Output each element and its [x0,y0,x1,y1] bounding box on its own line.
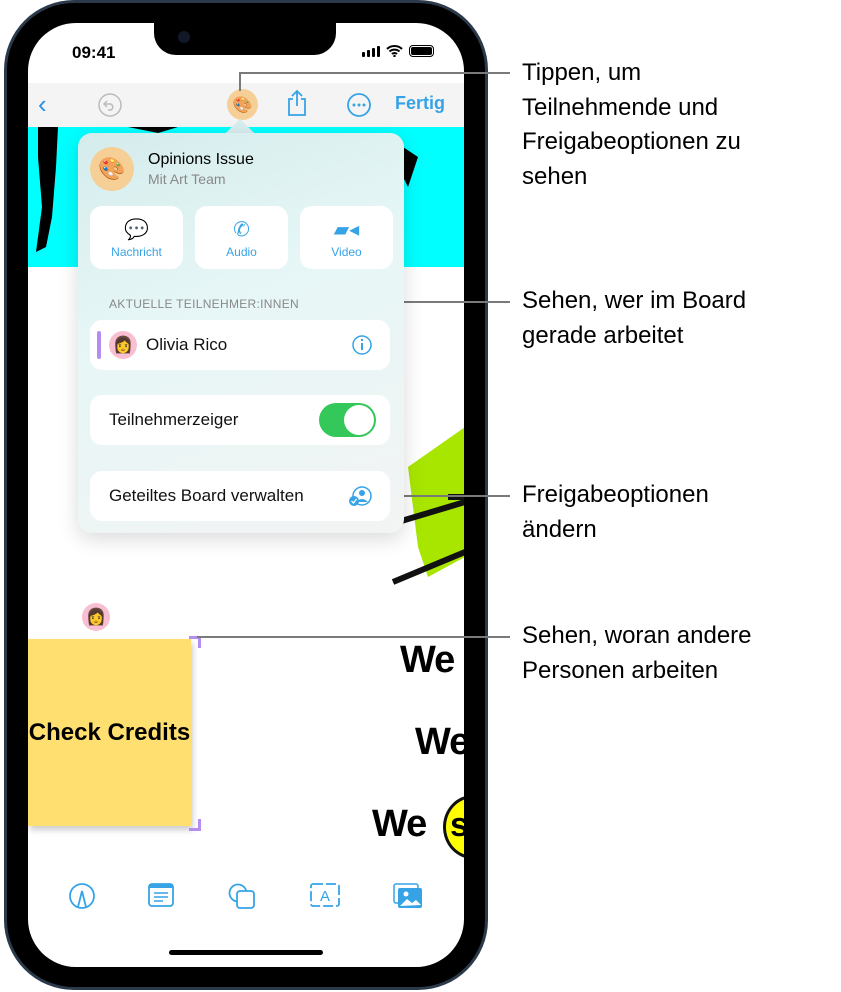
board-title: Opinions Issue [148,151,254,168]
person-circle-check-icon [349,486,372,506]
signal-icon [362,45,380,57]
message-button[interactable]: 💬 Nachricht [90,206,183,269]
callout-leader [239,73,241,91]
collaboration-popover: 🎨 Opinions Issue Mit Art Team 💬 Nachricht… [78,133,404,533]
palette-icon: 🎨 [90,147,134,191]
screen: 09:41 We We We s 👩 Check Credits ‹ 🎨 Fer… [28,23,464,967]
done-button[interactable]: Fertig [395,93,445,114]
canvas-text-circled: s [443,795,464,859]
home-indicator[interactable] [169,950,323,955]
message-icon: 💬 [124,218,149,241]
ellipsis-circle-icon[interactable] [347,93,371,117]
shapes-icon[interactable] [228,883,256,909]
palette-icon[interactable]: 🎨 [227,89,258,120]
participant-row[interactable]: 👩 Olivia Rico [90,320,390,370]
svg-text:A: A [320,888,330,905]
video-icon: ▰◂ [333,218,360,241]
nav-bar: ‹ 🎨 Fertig [28,83,464,127]
participant-color-bar [97,331,101,359]
battery-icon [409,45,434,57]
sticky-note[interactable]: Check Credits [28,639,191,826]
audio-button[interactable]: ✆ Audio [195,206,288,269]
callout-leader [239,72,510,74]
canvas-text: We [400,639,455,681]
phone-icon: ✆ [233,218,250,241]
callout-sharing-options: Freigabeoptionen ändern [522,481,709,543]
participant-cursor-avatar: 👩 [82,603,110,631]
participant-avatar: 👩 [109,331,137,359]
pointer-toggle-label: Teilnehmerzeiger [109,410,239,429]
callout-what-others-work-on: Sehen, woran andere Personen arbeiten [522,622,752,684]
callout-leader [389,495,510,497]
info-icon[interactable] [352,335,372,355]
message-label: Nachricht [111,244,162,259]
share-icon[interactable] [286,89,308,117]
undo-icon[interactable] [98,93,122,117]
canvas-text: We [415,721,464,763]
video-label: Video [331,244,362,259]
callout-leader [197,636,510,638]
bottom-toolbar: A [28,883,464,909]
manage-shared-board-button[interactable]: Geteiltes Board verwalten [90,471,390,521]
pointer-toggle[interactable] [319,403,376,437]
video-button[interactable]: ▰◂ Video [300,206,393,269]
chevron-left-icon[interactable]: ‹ [38,89,47,120]
camera [178,31,190,43]
status-time: 09:41 [72,43,116,62]
selection-bracket [189,819,201,831]
audio-label: Audio [226,244,257,259]
callout-participants: Tippen, um Teilnehmende und Freigabeopti… [522,59,741,190]
canvas-text: We [372,803,427,845]
text-box-icon[interactable]: A [309,883,340,907]
sticky-note-icon[interactable] [148,883,175,907]
callout-who-is-working: Sehen, wer im Board gerade arbeitet [522,287,747,349]
status-icons [362,45,434,57]
pointer-toggle-row: Teilnehmerzeiger [90,395,390,445]
pen-icon[interactable] [68,883,95,909]
manage-label: Geteiltes Board verwalten [109,486,304,505]
section-header: AKTUELLE TEILNEHMER:INNEN [109,297,299,311]
board-subtitle: Mit Art Team [148,171,226,187]
participant-name: Olivia Rico [146,335,228,354]
media-icon[interactable] [393,883,423,909]
wifi-icon [386,45,403,57]
